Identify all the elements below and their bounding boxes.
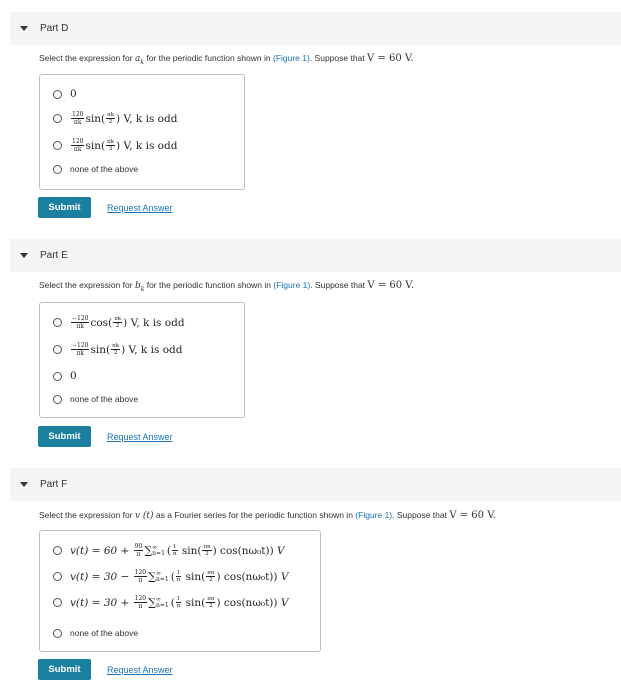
- caret-down-icon[interactable]: [20, 253, 28, 258]
- caret-down-icon[interactable]: [20, 26, 28, 31]
- answer-choices: 0 120 πk sin(πk 2) V, k is odd 120 πk sin(π…: [39, 74, 245, 190]
- radio-button[interactable]: [53, 114, 62, 123]
- radio-button[interactable]: [53, 318, 62, 327]
- caret-down-icon[interactable]: [20, 482, 28, 487]
- request-answer-link[interactable]: Request Answer: [107, 432, 173, 442]
- choice-2[interactable]: 120 πk sin(πk 3) V, k is odd: [53, 138, 177, 153]
- choice-3[interactable]: none of the above: [53, 394, 138, 404]
- radio-button[interactable]: [53, 598, 62, 607]
- part-title: Part E: [40, 250, 68, 261]
- radio-button[interactable]: [53, 394, 62, 404]
- question-text: Select the expression for v (t) as a Fou…: [39, 510, 496, 521]
- answer-choices: −120 πk cos(πk 2) V, k is odd −120 πk sin(π…: [39, 302, 245, 418]
- choice-0[interactable]: v(t) = 60 + 90 π ∑ ∞ n=1(1 n sin(πn 2) cos(nω₀…: [53, 543, 285, 558]
- choice-0[interactable]: −120 πk cos(πk 2) V, k is odd: [53, 315, 185, 330]
- part-e-header[interactable]: Part E: [10, 239, 621, 272]
- question-text: Select the expression for ak for the per…: [39, 53, 414, 66]
- part-d-header[interactable]: Part D: [10, 12, 621, 45]
- figure-link[interactable]: (Figure 1): [355, 510, 392, 520]
- radio-button[interactable]: [53, 546, 62, 555]
- choice-2[interactable]: v(t) = 30 + 120 π ∑ ∞ n=1(1 n sin(πn 2) cos(nω…: [53, 595, 288, 610]
- part-title: Part D: [40, 23, 69, 34]
- choice-1[interactable]: v(t) = 30 − 120 π ∑ ∞ n=1(1 n sin(πn 2) cos(nω…: [53, 569, 288, 584]
- part-title: Part F: [40, 479, 68, 490]
- choice-1[interactable]: −120 πk sin(πk 2) V, k is odd: [53, 342, 182, 357]
- question-text: Select the expression for bk for the per…: [39, 280, 414, 293]
- answer-choices: v(t) = 60 + 90 π ∑ ∞ n=1(1 n sin(πn 2) cos(nω₀…: [39, 530, 321, 652]
- radio-button[interactable]: [53, 141, 62, 150]
- submit-button[interactable]: Submit: [38, 197, 91, 218]
- figure-link[interactable]: (Figure 1): [273, 280, 310, 290]
- request-answer-link[interactable]: Request Answer: [107, 203, 173, 213]
- choice-1[interactable]: 120 πk sin(πk 2) V, k is odd: [53, 111, 177, 126]
- radio-button[interactable]: [53, 572, 62, 581]
- radio-button[interactable]: [53, 89, 62, 99]
- radio-button[interactable]: [53, 164, 62, 174]
- choice-3[interactable]: none of the above: [53, 164, 138, 174]
- choice-3[interactable]: none of the above: [53, 628, 138, 638]
- radio-button[interactable]: [53, 628, 62, 638]
- part-f-header[interactable]: Part F: [10, 468, 621, 501]
- submit-button[interactable]: Submit: [38, 426, 91, 447]
- choice-2[interactable]: 0: [53, 370, 77, 382]
- request-answer-link[interactable]: Request Answer: [107, 665, 173, 675]
- submit-button[interactable]: Submit: [38, 659, 91, 680]
- radio-button[interactable]: [53, 371, 62, 381]
- choice-0[interactable]: 0: [53, 88, 77, 100]
- radio-button[interactable]: [53, 345, 62, 354]
- figure-link[interactable]: (Figure 1): [273, 53, 310, 63]
